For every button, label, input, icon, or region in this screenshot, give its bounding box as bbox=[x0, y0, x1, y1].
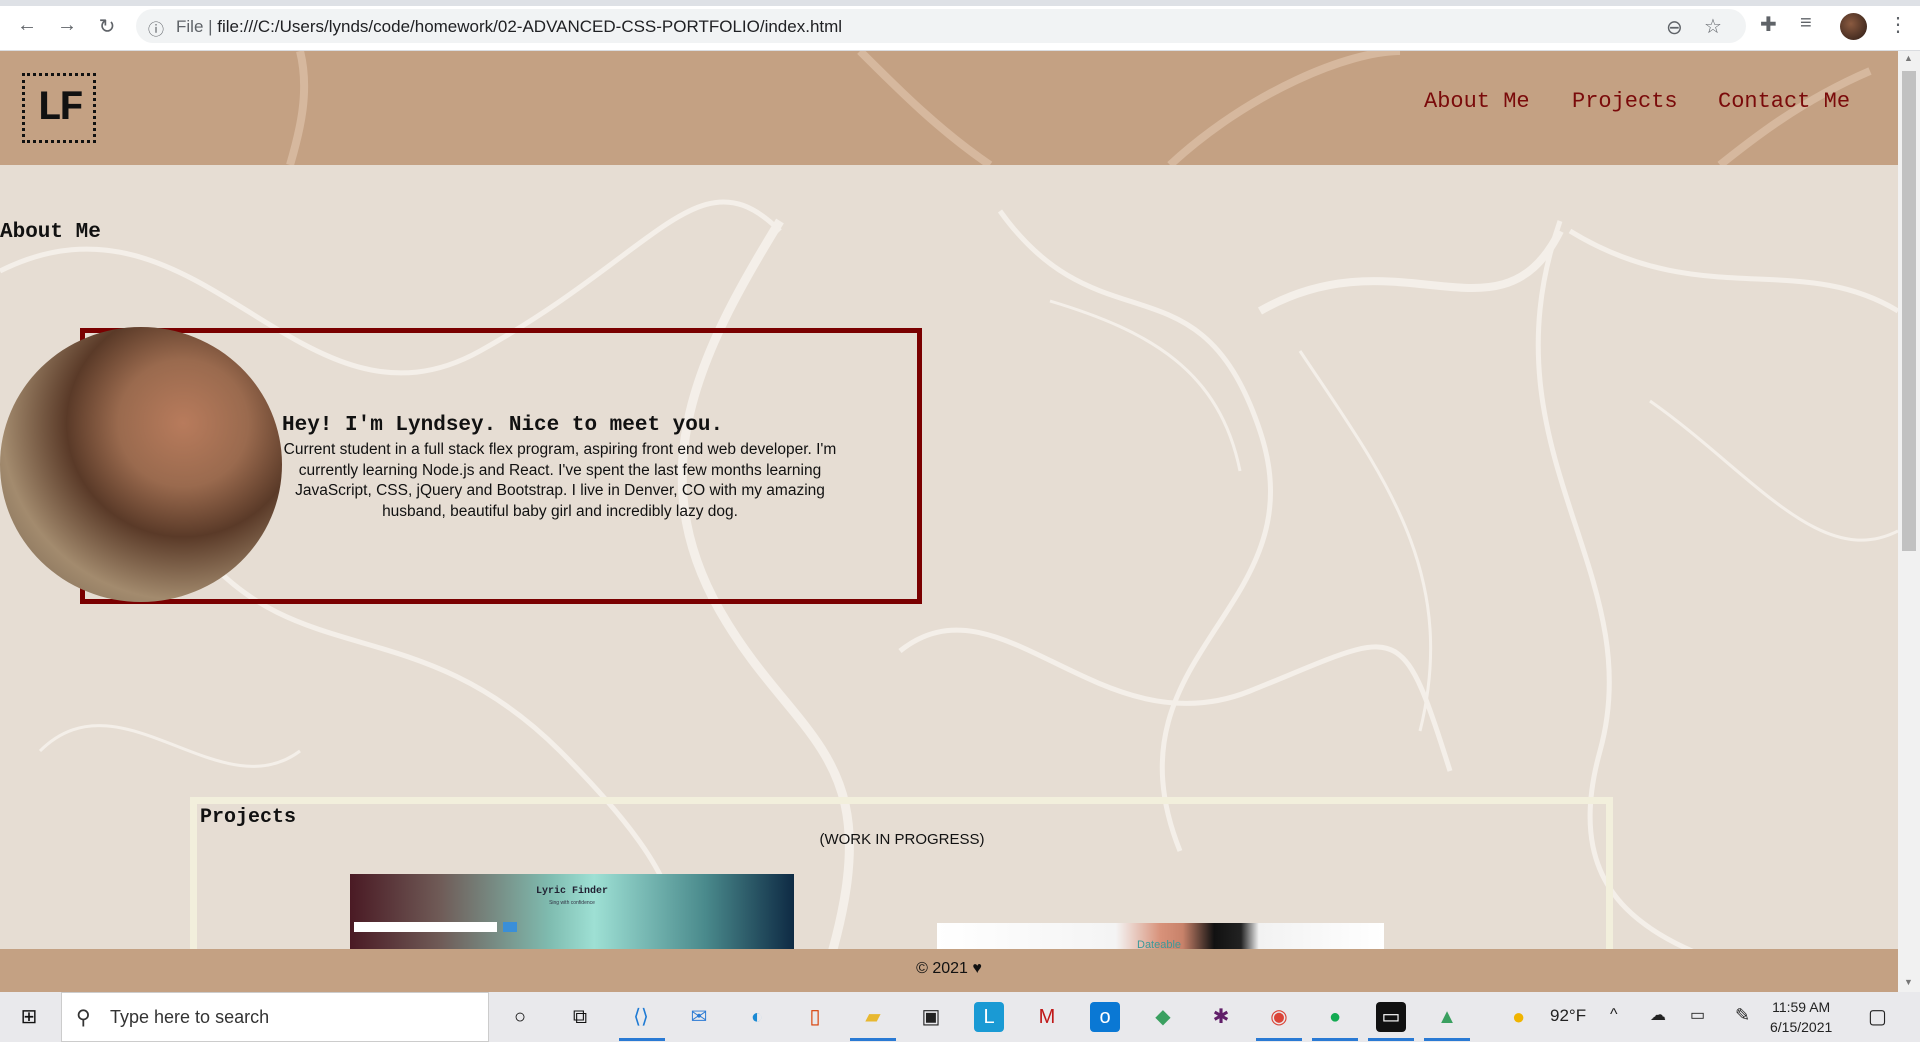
project-title: Lyric Finder bbox=[535, 886, 608, 897]
media-control-icon[interactable]: ≡ bbox=[1800, 12, 1812, 35]
info-icon[interactable]: ⓘ bbox=[148, 16, 164, 40]
gitkraken-icon[interactable]: ◆ bbox=[1148, 1002, 1178, 1032]
active-indicator bbox=[1256, 1038, 1302, 1041]
mongodb-icon[interactable]: ● bbox=[1320, 1002, 1350, 1032]
scrollbar-thumb[interactable] bbox=[1902, 71, 1916, 551]
profile-photo bbox=[0, 327, 282, 602]
site-footer: © 2021 ♥ bbox=[0, 949, 1898, 992]
taskbar-search[interactable]: ⚲ Type here to search bbox=[61, 992, 489, 1042]
greeting: Hey! I'm Lyndsey. Nice to meet you. bbox=[282, 414, 724, 437]
forward-icon[interactable]: → bbox=[54, 14, 80, 37]
bookmark-star-icon[interactable]: ☆ bbox=[1704, 14, 1722, 39]
projects-heading: Projects bbox=[200, 806, 297, 829]
active-indicator bbox=[1368, 1038, 1414, 1041]
office-icon[interactable]: ▯ bbox=[800, 1002, 830, 1032]
terminal-icon[interactable]: ▭ bbox=[1376, 1002, 1406, 1032]
work-in-progress-note: (WORK IN PROGRESS) bbox=[819, 831, 985, 848]
address-bar[interactable]: ⓘ File | file:///C:/Users/lynds/code/hom… bbox=[136, 9, 1746, 43]
mcafee-icon[interactable]: M bbox=[1032, 1002, 1062, 1032]
time: 11:59 AM bbox=[1772, 999, 1831, 1015]
tab-strip bbox=[0, 0, 1920, 6]
project-subtitle: Sing with confidence bbox=[549, 900, 595, 906]
browser-toolbar: ← → ↻ ⓘ File | file:///C:/Users/lynds/co… bbox=[0, 0, 1920, 51]
scroll-down-icon[interactable]: ▼ bbox=[1904, 977, 1913, 987]
notifications-icon[interactable]: ▢ bbox=[1868, 1004, 1887, 1029]
logo[interactable]: LF bbox=[22, 73, 96, 143]
nav-contact-me[interactable]: Contact Me bbox=[1718, 89, 1850, 114]
profile-avatar[interactable] bbox=[1840, 13, 1867, 40]
project-lyric-finder[interactable]: Lyric Finder Sing with confidence bbox=[350, 874, 794, 954]
vscode-icon[interactable]: ⟨⟩ bbox=[626, 1002, 656, 1032]
zoom-icon[interactable]: ⊖ bbox=[1666, 15, 1683, 40]
reload-icon[interactable]: ↻ bbox=[94, 14, 120, 39]
search-icon: ⚲ bbox=[76, 1007, 91, 1029]
show-hidden-icons-icon[interactable]: ^ bbox=[1610, 1006, 1618, 1024]
pen-icon[interactable]: ✎ bbox=[1735, 1005, 1750, 1026]
site-header: LF About Me Projects Contact Me bbox=[0, 51, 1898, 165]
menu-icon[interactable]: ⋮ bbox=[1888, 12, 1908, 37]
about-heading: About Me bbox=[0, 221, 101, 244]
windows-start-icon[interactable]: ⊞ bbox=[14, 1002, 44, 1032]
edge-icon[interactable]: ◐ bbox=[742, 1002, 772, 1032]
store-icon[interactable]: ▣ bbox=[916, 1002, 946, 1032]
nav-projects[interactable]: Projects bbox=[1572, 89, 1678, 114]
mail-icon[interactable]: ✉ bbox=[684, 1002, 714, 1032]
url-text[interactable]: File | file:///C:/Users/lynds/code/homew… bbox=[176, 17, 842, 37]
app-l-icon[interactable]: L bbox=[974, 1002, 1004, 1032]
search-placeholder: Type here to search bbox=[110, 1007, 270, 1027]
nav-about-me[interactable]: About Me bbox=[1424, 89, 1530, 114]
file-explorer-icon[interactable]: ▰ bbox=[858, 1002, 888, 1032]
url-value: file:///C:/Users/lynds/code/homework/02-… bbox=[217, 17, 843, 36]
page-viewport: LF About Me Projects Contact Me About Me… bbox=[0, 51, 1898, 992]
taskbar: ⊞ ⚲ Type here to search ○ ⧉ ⟨⟩ ✉ ◐ ▯ ▰ ▣… bbox=[0, 992, 1920, 1042]
screenshot-button bbox=[503, 922, 517, 932]
active-indicator bbox=[619, 1038, 665, 1041]
slack-icon[interactable]: ✱ bbox=[1206, 1002, 1236, 1032]
url-scheme-label: File bbox=[176, 17, 204, 36]
active-indicator bbox=[850, 1038, 896, 1041]
scrollbar[interactable]: ▲ ▼ bbox=[1898, 51, 1920, 992]
task-view-icon[interactable]: ⧉ bbox=[565, 1002, 595, 1032]
extensions-icon[interactable]: ✚ bbox=[1760, 12, 1777, 37]
bio-text: Current student in a full stack flex pro… bbox=[283, 441, 837, 520]
onedrive-icon[interactable]: ☁ bbox=[1650, 1005, 1666, 1025]
date: 6/15/2021 bbox=[1770, 1019, 1833, 1035]
outlook-icon[interactable]: o bbox=[1090, 1002, 1120, 1032]
screenshot-input bbox=[354, 922, 497, 932]
weather-temp[interactable]: 92°F bbox=[1550, 1006, 1586, 1026]
chrome-icon[interactable]: ◉ bbox=[1264, 1002, 1294, 1032]
battery-icon[interactable]: ▭ bbox=[1690, 1005, 1705, 1025]
weather-icon: ● bbox=[1512, 1004, 1526, 1029]
clock[interactable]: 11:59 AM 6/15/2021 bbox=[1770, 997, 1832, 1037]
copyright: © 2021 ♥ bbox=[916, 960, 982, 977]
active-indicator bbox=[1424, 1038, 1470, 1041]
rocket-app-icon[interactable]: ▲ bbox=[1432, 1002, 1462, 1032]
scroll-up-icon[interactable]: ▲ bbox=[1904, 53, 1913, 63]
active-indicator bbox=[1312, 1038, 1358, 1041]
cortana-icon[interactable]: ○ bbox=[505, 1002, 535, 1032]
back-icon[interactable]: ← bbox=[14, 14, 40, 37]
